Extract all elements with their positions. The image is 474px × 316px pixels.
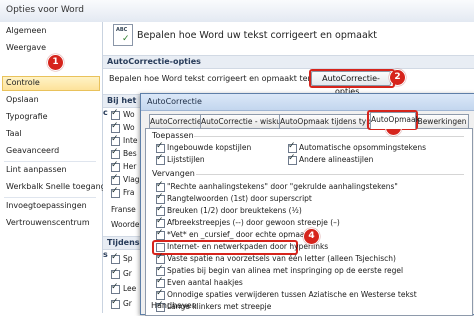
checkbox-vaste-spatie[interactable]	[156, 252, 165, 264]
option-label: Lijststijlen	[167, 155, 205, 164]
option-label: Breuken (1/2) door breuktekens (½)	[167, 206, 302, 215]
partial-option-label: Sp	[123, 254, 133, 263]
callout-badge-4: 4	[303, 228, 320, 245]
checkbox-even-haakjes[interactable]	[156, 276, 165, 288]
option-label: Internet- en netwerkpaden door hyperlink…	[167, 242, 329, 251]
page-header: Bepalen hoe Word uw tekst corrigeert en …	[137, 30, 377, 41]
partial-checkbox[interactable]	[111, 297, 120, 309]
option-label: Even aantal haakjes	[167, 278, 243, 287]
partial-option-label: Vlag	[123, 175, 140, 184]
sidebar-item-invoegtoepassingen[interactable]: Invoegtoepassingen	[6, 201, 87, 210]
sidebar-item-controle[interactable]: Controle	[6, 78, 40, 87]
partial-checkbox[interactable]	[111, 134, 120, 146]
tab-autoopmaak[interactable]: AutoOpmaak	[370, 112, 420, 129]
dialog-titlebar: AutoCorrectie	[141, 94, 474, 111]
option-label: Rangtelwoorden (1st) door superscript	[167, 194, 312, 203]
partial-option-label: Fra	[123, 188, 135, 197]
replace-group-label: Vervangen	[152, 169, 195, 178]
spelling-section-header: Bij het c	[103, 94, 143, 117]
partial-option-label: Gr	[123, 269, 132, 278]
tab-autocorrectie-wiskundig[interactable]: AutoCorrectie - wiskundig	[200, 114, 297, 128]
partial-option-label: Her	[123, 162, 137, 171]
partial-checkbox[interactable]	[111, 173, 120, 185]
sidebar-item-weergave[interactable]: Weergave	[6, 43, 46, 52]
partial-checkbox[interactable]	[111, 147, 120, 159]
partial-checkbox[interactable]	[111, 160, 120, 172]
proofing-abc-icon: ABC ✓	[113, 24, 133, 46]
tab-bewerkingen[interactable]: Bewerkingen	[415, 114, 469, 128]
sidebar-item-algemeen[interactable]: Algemeen	[6, 26, 46, 35]
sidebar-item-geavanceerd[interactable]: Geavanceerd	[6, 146, 59, 155]
group-divider	[194, 136, 464, 137]
checkbox-onnodige-spaties[interactable]	[156, 288, 165, 300]
checkbox-spaties-begin-alinea[interactable]	[156, 264, 165, 276]
sidebar-item-vertrouwenscentrum[interactable]: Vertrouwenscentrum	[6, 218, 90, 227]
option-label: Afbreekstreepjes (--) door gewoon streep…	[167, 218, 340, 227]
sidebar-item-opslaan[interactable]: Opslaan	[6, 95, 39, 104]
exceptions-section-header: Tijdens s	[103, 236, 143, 259]
option-label: *Vet* en _cursief_ door echte opmaak	[167, 230, 309, 239]
option-label: Ingebouwde kopstijlen	[167, 143, 252, 152]
option-label: Spaties bij begin van alinea met insprin…	[167, 266, 404, 275]
partial-checkbox[interactable]	[111, 282, 120, 294]
sidebar-item-lint-aanpassen[interactable]: Lint aanpassen	[6, 165, 67, 174]
partial-option-label: Bes	[123, 149, 137, 158]
callout-badge-1: 1	[47, 54, 64, 71]
french-modes-label: Franse	[111, 205, 136, 214]
partial-checkbox[interactable]	[111, 121, 120, 133]
highlight-box-autocorrect-button	[309, 69, 395, 88]
option-label: Automatische opsommingstekens	[299, 143, 426, 152]
checkbox-rangtelwoorden[interactable]	[156, 192, 165, 204]
autoopmaak-panel: Toepassen Ingebouwde kopstijlen Automati…	[145, 128, 473, 316]
checkbox-lijststijlen[interactable]	[156, 153, 165, 165]
checkbox-automatische-opsommingstekens[interactable]	[288, 141, 297, 153]
partial-option-label: Inte	[123, 136, 138, 145]
sidebar-divider	[4, 161, 96, 162]
option-label: Vaste spatie na voorzetsels van één lett…	[167, 254, 396, 263]
group-divider	[196, 174, 464, 175]
partial-option-label: Wo	[123, 110, 135, 119]
checkbox-internet-hyperlinks[interactable]	[156, 243, 165, 252]
option-label: Andere alineastijlen	[299, 155, 374, 164]
partial-checkbox[interactable]	[111, 108, 120, 120]
autocorrect-section-header: AutoCorrectie-opties	[103, 55, 474, 69]
checkbox-andere-alineastijlen[interactable]	[288, 153, 297, 165]
keep-group-label: Handhaven	[151, 301, 197, 310]
option-label: Onnodige spaties verwijderen tussen Azia…	[167, 290, 417, 299]
window-title: Opties voor Word	[6, 5, 84, 15]
autocorrect-dialog: AutoCorrectie AutoCorrectie AutoCorrecti…	[140, 93, 474, 316]
sidebar-item-taal[interactable]: Taal	[6, 129, 22, 138]
sidebar-item-typografie[interactable]: Typografie	[6, 112, 48, 121]
partial-checkbox[interactable]	[111, 252, 120, 264]
window-titlebar: Opties voor Word	[0, 0, 474, 23]
option-label: "Rechte aanhalingstekens" door "gekrulde…	[167, 182, 398, 191]
partial-checkbox[interactable]	[111, 186, 120, 198]
checkbox-breuken[interactable]	[156, 204, 165, 216]
tab-autoopmaak-tijdens-typen[interactable]: AutoOpmaak tijdens typen	[279, 114, 380, 128]
sidebar-item-werkbalk[interactable]: Werkbalk Snelle toegang	[6, 182, 106, 191]
partial-option-label: Wo	[123, 123, 135, 132]
partial-option-label: Lee	[123, 284, 137, 293]
dialog-title: AutoCorrectie	[147, 97, 202, 106]
checkbox-ingebouwde-kopstijlen[interactable]	[156, 141, 165, 153]
sidebar-divider	[4, 197, 96, 198]
checkbox-afbreekstreepjes[interactable]	[156, 216, 165, 228]
checkbox-vet-cursief[interactable]	[156, 228, 165, 240]
tab-autocorrectie[interactable]: AutoCorrectie	[149, 114, 202, 128]
partial-checkbox[interactable]	[111, 267, 120, 279]
apply-group-label: Toepassen	[152, 131, 194, 140]
checkbox-gekrulde-aanhalingstekens[interactable]	[156, 180, 165, 192]
partial-option-label: Gr	[123, 299, 132, 308]
